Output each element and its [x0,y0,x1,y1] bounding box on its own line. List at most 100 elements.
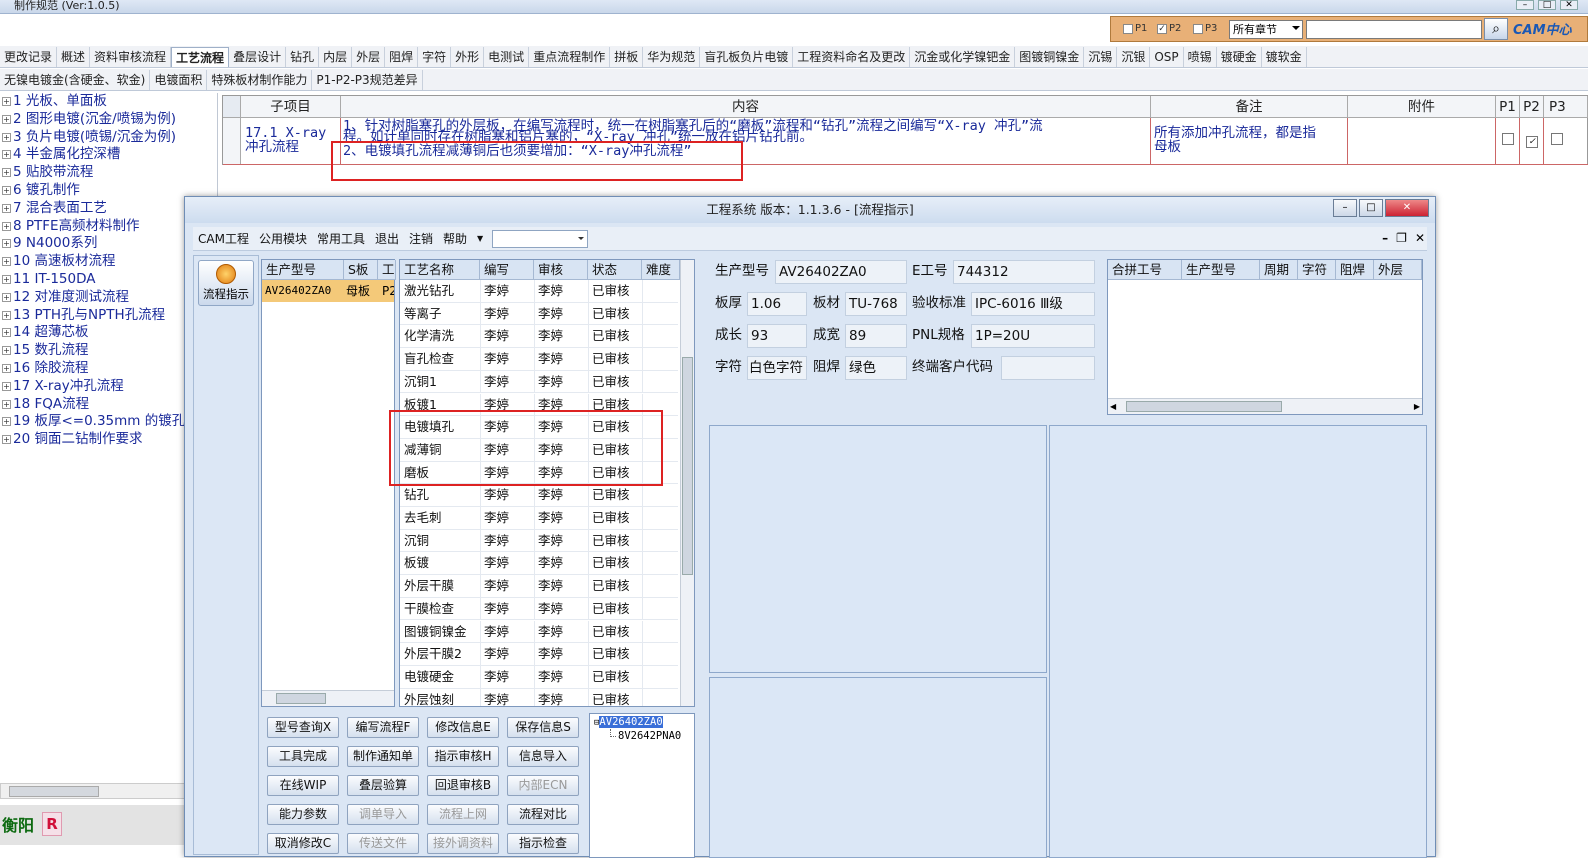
action-button-4-2[interactable]: 接外调资料 [427,833,499,854]
menu-item-3[interactable]: 退出 [370,230,404,247]
table-row[interactable]: 盲孔检查 李婷 李婷 已审核 [400,348,678,371]
attachment-cell[interactable] [1348,118,1496,164]
scrollbar-thumb[interactable] [682,357,693,575]
maximize-icon[interactable]: □ [1538,0,1556,10]
action-button-3-1[interactable]: 调单导入 [347,804,419,825]
tab-2[interactable]: 资料审核流程 [90,46,172,67]
tab-17[interactable]: 沉金或化学镍钯金 [910,46,1016,67]
table-row[interactable]: 去毛刺 李婷 李婷 已审核 [400,507,678,530]
tab-8[interactable]: 阻焊 [385,46,419,67]
expand-icon[interactable]: + [2,203,11,213]
sub-item-cell[interactable]: 17.1 X-ray 冲孔流程 [241,118,341,164]
table-row[interactable]: 化学清洗 李婷 李婷 已审核 [400,325,678,349]
tab-15[interactable]: 盲孔板负片电镀 [700,46,794,67]
menu-item-2[interactable]: 常用工具 [312,230,370,247]
table-row[interactable]: 板镀 李婷 李婷 已审核 [400,552,678,576]
subtab-1[interactable]: 电镀面积 [150,69,208,90]
action-button-1-0[interactable]: 工具完成 [267,746,339,767]
width-field[interactable]: 89 [845,324,907,348]
search-input[interactable] [1306,20,1482,39]
length-field[interactable]: 93 [747,324,807,348]
subtab-0[interactable]: 无镍电镀金(含硬金、软金) [0,69,151,90]
action-button-2-3[interactable]: 内部ECN [507,775,579,796]
expand-icon[interactable]: + [2,114,11,124]
scrollbar-thumb[interactable] [9,786,99,797]
thickness-field[interactable]: 1.06 [747,292,807,316]
expand-icon[interactable]: + [2,417,11,427]
tree-item[interactable]: +4 半金属化控深槽 [0,146,217,164]
p3-checkbox[interactable] [1551,133,1563,145]
menu-item-0[interactable]: CAM工程 [193,230,254,247]
expand-icon[interactable]: + [2,221,11,231]
table-row[interactable]: 钻孔 李婷 李婷 已审核 [400,484,678,507]
tab-20[interactable]: 沉银 [1117,46,1151,67]
table-row[interactable]: AV26402ZA0 母板 P2 [262,280,394,302]
expand-icon[interactable]: + [2,399,11,409]
expand-icon[interactable]: + [2,132,11,142]
scroll-right-icon[interactable]: ▶ [1414,402,1420,411]
tab-22[interactable]: 喷锡 [1184,46,1217,67]
tab-24[interactable]: 镀软金 [1262,46,1307,67]
expand-icon[interactable]: + [2,168,11,178]
tab-0[interactable]: 更改记录 [0,46,58,67]
action-button-2-2[interactable]: 回退审核B [427,775,499,796]
action-button-2-1[interactable]: 叠层验算 [347,775,419,796]
subtab-3[interactable]: P1-P2-P3规范差异 [312,69,423,90]
p2-filter-checkbox[interactable]: ✓ P2 [1157,23,1181,34]
model-table-scrollbar[interactable] [262,690,394,706]
table-row[interactable]: 干膜检查 李婷 李婷 已审核 [400,597,678,621]
p2-checkbox[interactable]: ✓ [1526,136,1538,148]
tab-3[interactable]: 工艺流程 [171,46,230,67]
solder-mask-field[interactable]: 绿色 [845,356,907,380]
material-field[interactable]: TU-768 [845,292,907,316]
table-row[interactable]: 外层蚀刻 李婷 李婷 已审核 [400,688,678,706]
table-row[interactable]: 沉铜 李婷 李婷 已审核 [400,529,678,553]
tab-9[interactable]: 字符 [418,46,452,67]
tab-19[interactable]: 沉锡 [1084,46,1118,67]
action-button-4-3[interactable]: 指示检查 [507,833,579,854]
menu-item-5[interactable]: 帮助 [438,230,472,247]
action-button-3-2[interactable]: 流程上网 [427,804,499,825]
standard-field[interactable]: IPC-6016 Ⅲ级 [971,292,1095,316]
expand-icon[interactable]: + [2,381,11,391]
tree-root[interactable]: ⊟AV26402ZA0 [594,716,663,728]
tree-item[interactable]: +3 负片电镀(喷锡/沉金为例) [0,129,217,147]
content-cell[interactable]: 1、针对树脂塞孔的外层板，在编写流程时，统一在树脂塞孔后的“磨板”流程和“钻孔”… [341,118,1151,164]
action-button-1-1[interactable]: 制作通知单 [347,746,419,767]
tab-10[interactable]: 外形 [451,46,485,67]
p1-checkbox[interactable] [1502,133,1514,145]
customer-code-field[interactable] [1001,356,1095,380]
tab-18[interactable]: 图镀铜镍金 [1015,46,1085,67]
table-row[interactable]: 板镀1 李婷 李婷 已审核 [400,393,678,417]
expand-icon[interactable]: + [2,185,11,195]
tree-item[interactable]: +2 图形电镀(沉金/喷锡为例) [0,111,217,129]
table-row[interactable]: 电镀填孔 李婷 李婷 已审核 [400,416,678,439]
action-button-4-0[interactable]: 取消修改C [267,833,339,854]
table-row[interactable]: 减薄铜 李婷 李婷 已审核 [400,438,678,462]
character-field[interactable]: 白色字符 [747,356,807,380]
tab-14[interactable]: 华为规范 [643,46,701,67]
expand-icon[interactable]: + [2,346,11,356]
tab-11[interactable]: 电测试 [484,46,530,67]
table-row[interactable]: 磨板 李婷 李婷 已审核 [400,461,678,485]
subtab-2[interactable]: 特殊板材制作能力 [207,69,313,90]
expand-icon[interactable]: + [2,435,11,445]
mdi-close-icon[interactable]: ✕ [1415,231,1425,245]
search-icon[interactable]: ⌕ [1484,18,1508,40]
maximize-icon[interactable]: □ [1359,199,1383,217]
scrollbar-thumb[interactable] [276,693,326,704]
tab-4[interactable]: 叠层设计 [229,46,287,67]
tab-13[interactable]: 拼板 [610,46,644,67]
table-row[interactable]: 沉铜1 李婷 李婷 已审核 [400,370,678,394]
flow-indication-button[interactable]: 流程指示 [198,260,254,306]
expand-icon[interactable]: + [2,292,11,302]
tab-12[interactable]: 重点流程制作 [529,46,611,67]
action-button-3-0[interactable]: 能力参数 [267,804,339,825]
action-button-0-0[interactable]: 型号查询X [267,717,339,738]
menu-item-4[interactable]: 注销 [404,230,438,247]
menu-combo-box[interactable] [492,229,589,248]
minimize-icon[interactable]: – [1516,0,1534,10]
expand-icon[interactable]: + [2,363,11,373]
action-button-0-2[interactable]: 修改信息E [427,717,499,738]
expand-icon[interactable]: + [2,150,11,160]
